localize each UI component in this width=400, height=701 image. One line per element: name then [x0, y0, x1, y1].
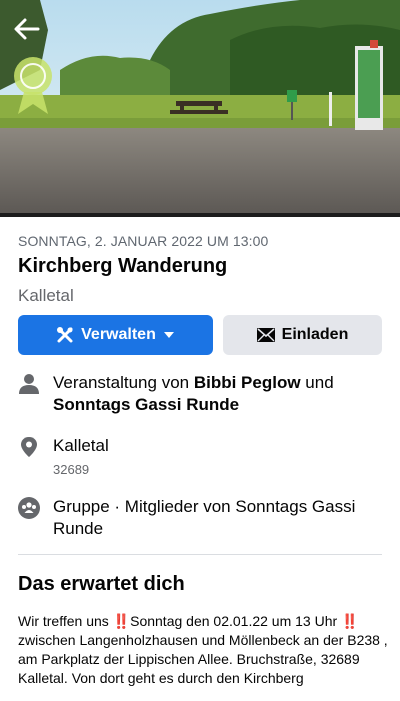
manage-button[interactable]: Verwalten [18, 315, 213, 355]
host-and: und [300, 373, 334, 392]
arrow-left-icon [14, 18, 40, 40]
invite-button[interactable]: Einladen [223, 315, 382, 355]
location-pin-icon [18, 436, 40, 458]
group-icon [18, 497, 40, 519]
host-link-2[interactable]: Sonntags Gassi Runde [53, 395, 239, 414]
tools-icon [56, 326, 74, 344]
envelope-icon [256, 328, 275, 342]
event-location[interactable]: Kalletal [18, 286, 74, 306]
host-row: Veranstaltung von Bibbi Peglow und Sonnt… [18, 372, 382, 420]
exclamation-icon-2: ‼️ [341, 613, 359, 629]
section-divider [18, 554, 382, 555]
manage-label: Verwalten [81, 326, 156, 343]
event-title: Kirchberg Wanderung [18, 255, 228, 277]
exclamation-icon: ‼️ [112, 613, 131, 629]
desc-part-2: Sonntag den 02.01.22 um 13 Uhr [130, 613, 342, 629]
place-postcode: 32689 [53, 462, 90, 477]
caret-down-icon [163, 331, 175, 339]
host-text: Veranstaltung von Bibbi Peglow und Sonnt… [53, 372, 382, 416]
group-text: Gruppe · Mitglieder von Sonntags Gassi R… [53, 497, 356, 538]
host-link-1[interactable]: Bibbi Peglow [194, 373, 301, 392]
event-datetime: SONNTAG, 2. JANUAR 2022 UM 13:00 [18, 233, 269, 249]
host-prefix: Veranstaltung von [53, 373, 194, 392]
place-text: Kalletal 32689 [53, 435, 382, 479]
about-title: Das erwartet dich [18, 573, 185, 595]
person-icon [18, 373, 40, 395]
place-row[interactable]: Kalletal 32689 [18, 435, 382, 479]
cover-divider [0, 213, 400, 217]
cover-photo [0, 0, 400, 213]
desc-part-1: Wir treffen uns [18, 613, 113, 629]
about-description: Wir treffen uns ‼️Sonntag den 02.01.22 u… [18, 612, 388, 688]
place-name: Kalletal [53, 436, 109, 455]
group-row[interactable]: Gruppe · Mitglieder von Sonntags Gassi R… [18, 496, 382, 544]
desc-part-3: zwischen Langenholzhausen und Möllenbeck… [18, 632, 388, 686]
invite-label: Einladen [281, 326, 349, 343]
back-button[interactable] [8, 12, 44, 48]
